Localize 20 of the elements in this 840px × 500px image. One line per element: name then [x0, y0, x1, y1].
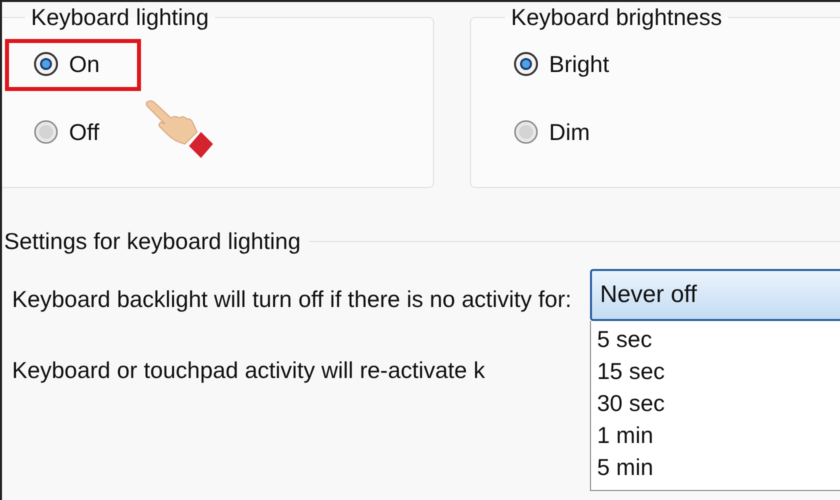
- timeout-label: Keyboard backlight will turn off if there is no activity for:: [12, 285, 572, 314]
- radio-option[interactable]: Bright: [505, 42, 618, 86]
- radio-option[interactable]: Dim: [505, 110, 598, 154]
- group-title: Keyboard brightness: [510, 3, 723, 32]
- timeout-dropdown[interactable]: Never off: [590, 269, 840, 321]
- radio-button-icon[interactable]: [513, 119, 539, 145]
- section-title: Settings for keyboard lighting: [4, 228, 301, 255]
- dropdown-option[interactable]: 1 min: [597, 419, 840, 451]
- radio-button-icon[interactable]: [513, 51, 539, 77]
- group-title: Keyboard lighting: [30, 3, 210, 32]
- dropdown-option[interactable]: 15 sec: [597, 355, 840, 387]
- dropdown-option[interactable]: 5 sec: [597, 323, 840, 355]
- pointing-hand-icon: [146, 100, 213, 158]
- radio-option[interactable]: Off: [25, 110, 108, 154]
- radio-button-icon[interactable]: [33, 119, 59, 145]
- reactivate-note: Keyboard or touchpad activity will re-activate k: [12, 357, 485, 384]
- radio-option[interactable]: On: [25, 42, 108, 86]
- dropdown-option[interactable]: 30 sec: [597, 387, 840, 419]
- dropdown-option[interactable]: 5 min: [597, 451, 840, 483]
- radio-button-icon[interactable]: [33, 51, 59, 77]
